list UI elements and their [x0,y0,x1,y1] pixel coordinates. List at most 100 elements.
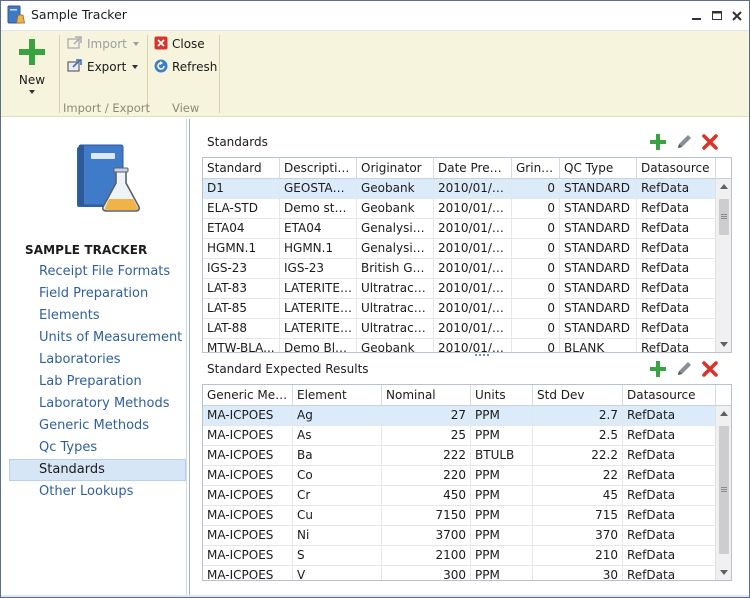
panel-splitter[interactable] [475,354,491,357]
table-row[interactable]: MA-ICPOES Co 220 PPM 22 RefData [203,466,731,486]
table-cell: RefData [637,319,716,338]
column-header[interactable]: Units [471,385,533,405]
table-cell: PPM [471,506,533,525]
import-button[interactable]: Import [67,35,139,53]
add-icon[interactable] [648,359,668,379]
table-cell: 30 [533,566,623,580]
table-row[interactable]: MA-ICPOES Ag 27 PPM 2.7 RefData [203,406,731,426]
export-button[interactable]: Export [67,58,139,76]
sidebar-item-other-lookups[interactable]: Other Lookups [9,481,186,503]
table-cell: 370 [533,526,623,545]
column-header[interactable]: Date Prepa... [434,158,512,178]
refresh-icon [154,59,172,76]
close-label: Close [172,37,205,51]
table-cell: Genalysis L... [357,219,434,238]
close-window-icon[interactable] [731,10,743,22]
column-header[interactable]: Std Dev [533,385,623,405]
table-row[interactable]: MA-ICPOES Ni 3700 PPM 370 RefData [203,526,731,546]
add-icon[interactable] [648,132,668,152]
table-row[interactable]: MA-ICPOES S 2100 PPM 210 RefData [203,546,731,566]
table-cell: STANDARD [560,239,637,258]
table-cell: STANDARD [560,299,637,318]
table-row[interactable]: ETA04 ETA04 Genalysis L... 2010/01/07 0 STAND… [203,219,731,239]
expected-results-grid-header: Generic Meth... Element Nominal Units Std De… [203,385,731,406]
edit-pencil-icon[interactable] [674,359,694,379]
scroll-down-icon[interactable] [720,342,728,347]
table-row[interactable]: LAT-83 LATERITE-83 Ultratrace l... 2010/01/… [203,279,731,299]
table-cell: RefData [637,299,716,318]
sidebar-item-lab-preparation[interactable]: Lab Preparation [9,371,186,393]
table-cell: 2.7 [533,406,623,425]
scroll-up-icon[interactable] [720,411,728,416]
sidebar-item-standards[interactable]: Standards [9,459,186,481]
table-row[interactable]: IGS-23 IGS-23 British Geo... 2010/01/07 0 STA… [203,259,731,279]
edit-pencil-icon[interactable] [674,132,694,152]
column-header[interactable]: Originator [357,158,434,178]
sidebar-item-generic-methods[interactable]: Generic Methods [9,415,186,437]
table-cell: 2010/01/07 [434,339,512,352]
delete-icon[interactable] [700,359,720,379]
scroll-down-icon[interactable] [720,570,728,575]
column-header[interactable]: Element [293,385,382,405]
table-cell: PPM [471,406,533,425]
standards-vertical-scrollbar[interactable] [715,179,731,352]
chevron-down-icon [29,90,35,94]
table-row[interactable]: MA-ICPOES V 300 PPM 30 RefData [203,566,731,580]
column-header[interactable]: Standard [203,158,280,178]
sidebar-item-elements[interactable]: Elements [9,305,186,327]
table-cell: ETA04 [280,219,357,238]
sidebar-item-field-preparation[interactable]: Field Preparation [9,283,186,305]
sidebar-heading: SAMPLE TRACKER [25,243,148,257]
export-icon [67,58,87,76]
refresh-label: Refresh [172,60,218,74]
sidebar-item-laboratory-methods[interactable]: Laboratory Methods [9,393,186,415]
new-button[interactable]: New [7,33,57,99]
window-title: Sample Tracker [31,7,127,22]
delete-icon[interactable] [700,132,720,152]
table-row[interactable]: ELA-STD Demo stan... Geobank 2010/01/07 0 STA… [203,199,731,219]
refresh-button[interactable]: Refresh [154,58,217,76]
table-row[interactable]: MA-ICPOES Cr 450 PPM 45 RefData [203,486,731,506]
sidebar-item-laboratories[interactable]: Laboratories [9,349,186,371]
table-cell: MA-ICPOES [203,486,293,505]
table-cell: 0 [512,339,560,352]
expected-results-vertical-scrollbar[interactable] [715,406,731,580]
maximize-icon[interactable] [711,10,723,22]
sidebar-item-units-of-measurement[interactable]: Units of Measurement [9,327,186,349]
table-cell: 0 [512,179,560,198]
expected-results-grid: Generic Meth... Element Nominal Units Std De… [202,384,732,581]
column-header[interactable]: Datasource [623,385,716,405]
table-row[interactable]: MA-ICPOES Ba 222 BTULB 22.2 RefData [203,446,731,466]
table-cell: 25 [382,426,471,445]
column-header[interactable]: QC Type [560,158,637,178]
table-cell: STANDARD [560,179,637,198]
scrollbar-thumb[interactable] [719,199,729,235]
table-row[interactable]: LAT-85 LATERITE-85 Ultratrace l... 2010/01/… [203,299,731,319]
table-row[interactable]: LAT-88 LATERITE-88 Ultratrace l... 2010/01/… [203,319,731,339]
table-cell: GEOSTAN... [280,179,357,198]
table-row[interactable]: MA-ICPOES As 25 PPM 2.5 RefData [203,426,731,446]
column-header[interactable]: Datasource [637,158,716,178]
sidebar-item-qc-types[interactable]: Qc Types [9,437,186,459]
table-cell: LATERITE-85 [280,299,357,318]
table-cell: PPM [471,566,533,580]
scroll-up-icon[interactable] [720,184,728,189]
scrollbar-thumb[interactable] [719,426,729,554]
column-header[interactable]: Generic Meth... [203,385,293,405]
column-header[interactable]: Description [280,158,357,178]
table-cell: RefData [637,219,716,238]
column-header[interactable]: Nominal [382,385,471,405]
table-row[interactable]: MA-ICPOES Cu 7150 PPM 715 RefData [203,506,731,526]
table-row[interactable]: D1 GEOSTAN... Geobank 2010/01/07 0 STANDARD Re… [203,179,731,199]
table-cell: 3700 [382,526,471,545]
table-row[interactable]: HGMN.1 HGMN.1 Genalysis L... 2010/01/07 0 STA… [203,239,731,259]
close-button[interactable]: Close [154,35,205,53]
table-row[interactable]: MTW-BLA... Demo Blank Geobank 2010/01/07 0 BL… [203,339,731,352]
column-header[interactable]: Grind... [512,158,560,178]
table-cell: D1 [203,179,280,198]
minimize-icon[interactable] [691,10,703,22]
table-cell: Ba [293,446,382,465]
standards-grid-body: D1 GEOSTAN... Geobank 2010/01/07 0 STANDARD Re… [203,179,731,352]
table-cell: 2010/01/07 [434,179,512,198]
sidebar-item-receipt-file-formats[interactable]: Receipt File Formats [9,261,186,283]
